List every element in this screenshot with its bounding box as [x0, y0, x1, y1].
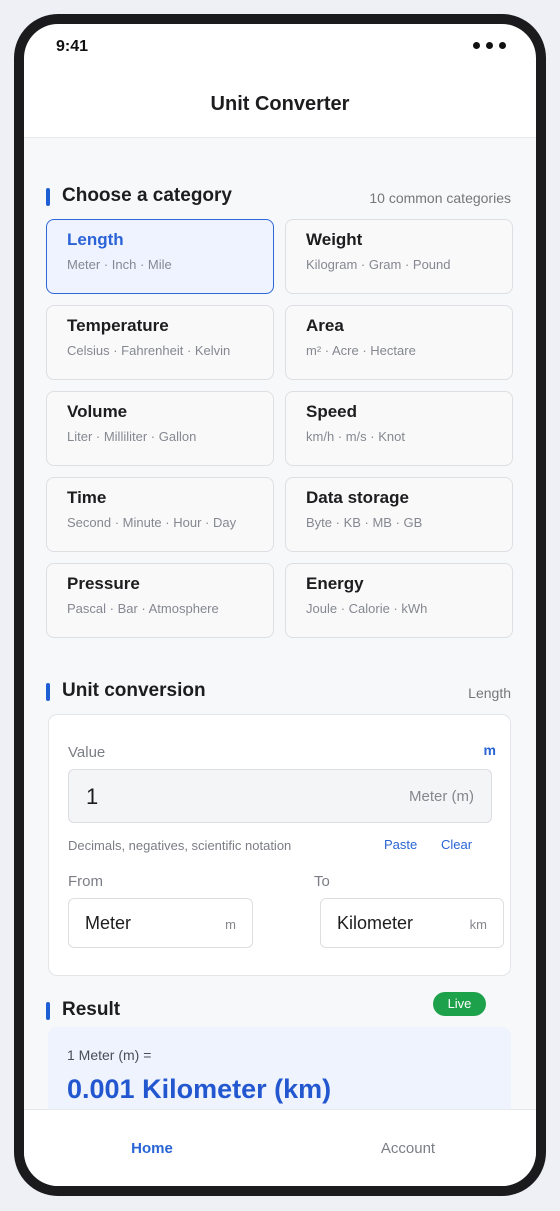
category-units: Second · Minute · Hour · Day: [67, 515, 237, 530]
conversion-card: Value m 1 Meter (m) Decimals, negatives,…: [48, 714, 511, 976]
category-name: Data storage: [306, 488, 409, 507]
from-unit-select[interactable]: Meter m: [68, 898, 253, 948]
status-time: 9:41: [56, 38, 89, 55]
to-label: To: [314, 873, 330, 890]
category-units: Meter · Inch · Mile: [67, 257, 172, 272]
category-card-energy[interactable]: Energy Joule · Calorie · kWh: [285, 563, 513, 638]
category-card-temperature[interactable]: Temperature Celsius · Fahrenheit · Kelvi…: [46, 305, 274, 380]
input-hint: Decimals, negatives, scientific notation: [68, 838, 292, 853]
to-unit-select[interactable]: Kilometer km: [320, 898, 504, 948]
category-name: Speed: [306, 402, 358, 421]
category-units: Liter · Milliliter · Gallon: [67, 429, 197, 444]
category-name: Time: [67, 488, 107, 507]
result-number: 0.001: [67, 1074, 135, 1104]
category-card-weight[interactable]: Weight Kilogram · Gram · Pound: [285, 219, 513, 294]
category-card-time[interactable]: Time Second · Minute · Hour · Day: [46, 477, 274, 552]
selected-category-label: Length: [468, 685, 511, 701]
value-label: Value: [68, 744, 106, 761]
category-name: Length: [67, 230, 124, 249]
conversion-section-header: Unit conversion Length: [46, 675, 514, 705]
live-badge: Live: [433, 992, 486, 1016]
section-accent-bar: [46, 683, 50, 701]
more-dots-icon: [473, 42, 506, 49]
clear-button[interactable]: Clear: [441, 837, 472, 852]
category-name: Area: [306, 316, 344, 335]
result-card: 1 Meter (m) = 0.001 Kilometer (km): [48, 1027, 511, 1110]
category-section-title: Choose a category: [62, 185, 232, 206]
category-units: km/h · m/s · Knot: [306, 429, 405, 444]
section-accent-bar: [46, 1002, 50, 1020]
app-screen: 9:41 Unit Converter Choose a category 10…: [24, 24, 536, 1186]
bottom-tab-bar: Home Account: [24, 1109, 536, 1186]
category-units: Celsius · Fahrenheit · Kelvin: [67, 343, 231, 358]
result-section-title: Result: [62, 999, 121, 1020]
category-card-area[interactable]: Area m² · Acre · Hectare: [285, 305, 513, 380]
from-label: From: [68, 873, 103, 890]
from-unit-symbol: m: [225, 917, 236, 932]
category-section-header: Choose a category 10 common categories: [46, 180, 514, 210]
category-name: Pressure: [67, 574, 140, 593]
category-card-speed[interactable]: Speed km/h · m/s · Knot: [285, 391, 513, 466]
value-input-unit: Meter (m): [409, 788, 474, 805]
to-unit-name: Kilometer: [337, 913, 414, 933]
to-unit-symbol: km: [469, 917, 487, 932]
value-input[interactable]: 1 Meter (m): [68, 769, 492, 823]
category-card-length[interactable]: Length Meter · Inch · Mile: [46, 219, 274, 294]
status-bar: 9:41: [24, 24, 536, 70]
category-card-volume[interactable]: Volume Liter · Milliliter · Gallon: [46, 391, 274, 466]
tab-home[interactable]: Home: [24, 1140, 280, 1157]
category-units: m² · Acre · Hectare: [306, 343, 416, 358]
paste-button[interactable]: Paste: [384, 837, 417, 852]
category-units: Byte · KB · MB · GB: [306, 515, 423, 530]
main-content: Choose a category 10 common categories L…: [24, 138, 536, 1110]
result-unit: Kilometer (km): [142, 1074, 332, 1104]
category-name: Temperature: [67, 316, 169, 335]
category-name: Volume: [67, 402, 128, 421]
result-output: 0.001 Kilometer (km): [67, 1074, 331, 1105]
category-units: Pascal · Bar · Atmosphere: [67, 601, 219, 616]
category-card-data-storage[interactable]: Data storage Byte · KB · MB · GB: [285, 477, 513, 552]
category-count: 10 common categories: [369, 190, 511, 206]
conversion-section-title: Unit conversion: [62, 680, 206, 701]
unit-symbol-badge: m: [483, 742, 496, 758]
tab-account[interactable]: Account: [280, 1140, 536, 1157]
category-units: Joule · Calorie · kWh: [306, 601, 428, 616]
result-prefix: 1 Meter (m) =: [67, 1047, 152, 1063]
category-name: Weight: [306, 230, 363, 249]
category-card-pressure[interactable]: Pressure Pascal · Bar · Atmosphere: [46, 563, 274, 638]
category-name: Energy: [306, 574, 364, 593]
section-accent-bar: [46, 188, 50, 206]
app-header: Unit Converter: [24, 70, 536, 138]
value-input-text: 1: [86, 784, 99, 809]
page-title: Unit Converter: [210, 93, 350, 115]
from-unit-name: Meter: [85, 913, 132, 933]
category-units: Kilogram · Gram · Pound: [306, 257, 451, 272]
phone-frame: 9:41 Unit Converter Choose a category 10…: [14, 14, 546, 1196]
